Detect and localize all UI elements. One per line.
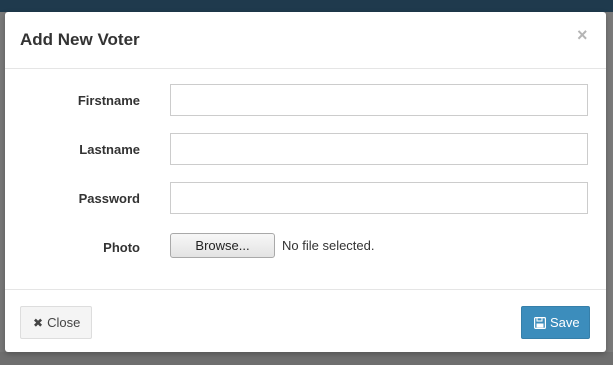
firstname-input[interactable] [170,84,588,116]
firstname-row: Firstname [5,84,606,118]
save-button[interactable]: Save [521,306,590,339]
browse-button[interactable]: Browse... [170,233,275,258]
photo-row: Photo Browse... No file selected. [5,232,606,266]
close-icon[interactable]: × [577,26,588,44]
close-button-label: Close [47,315,81,330]
lastname-input[interactable] [170,133,588,165]
password-row: Password [5,182,606,216]
add-voter-modal: Add New Voter × Firstname Lastname Passw… [5,12,606,352]
page-backdrop-bottom [0,352,613,365]
lastname-label: Lastname [79,142,140,157]
password-input[interactable] [170,182,588,214]
times-icon: ✖ [33,316,44,330]
file-status: No file selected. [282,238,375,253]
save-button-label: Save [550,315,580,330]
modal-header: Add New Voter × [5,12,606,69]
close-button[interactable]: ✖ Close [20,306,92,339]
floppy-disk-icon [534,308,547,339]
page-header-backdrop [0,0,613,12]
modal-footer: ✖ Close Save [5,289,606,353]
modal-title: Add New Voter [20,30,140,49]
firstname-label: Firstname [77,93,140,108]
photo-label: Photo [103,240,140,255]
password-label: Password [78,191,140,206]
lastname-row: Lastname [5,133,606,167]
